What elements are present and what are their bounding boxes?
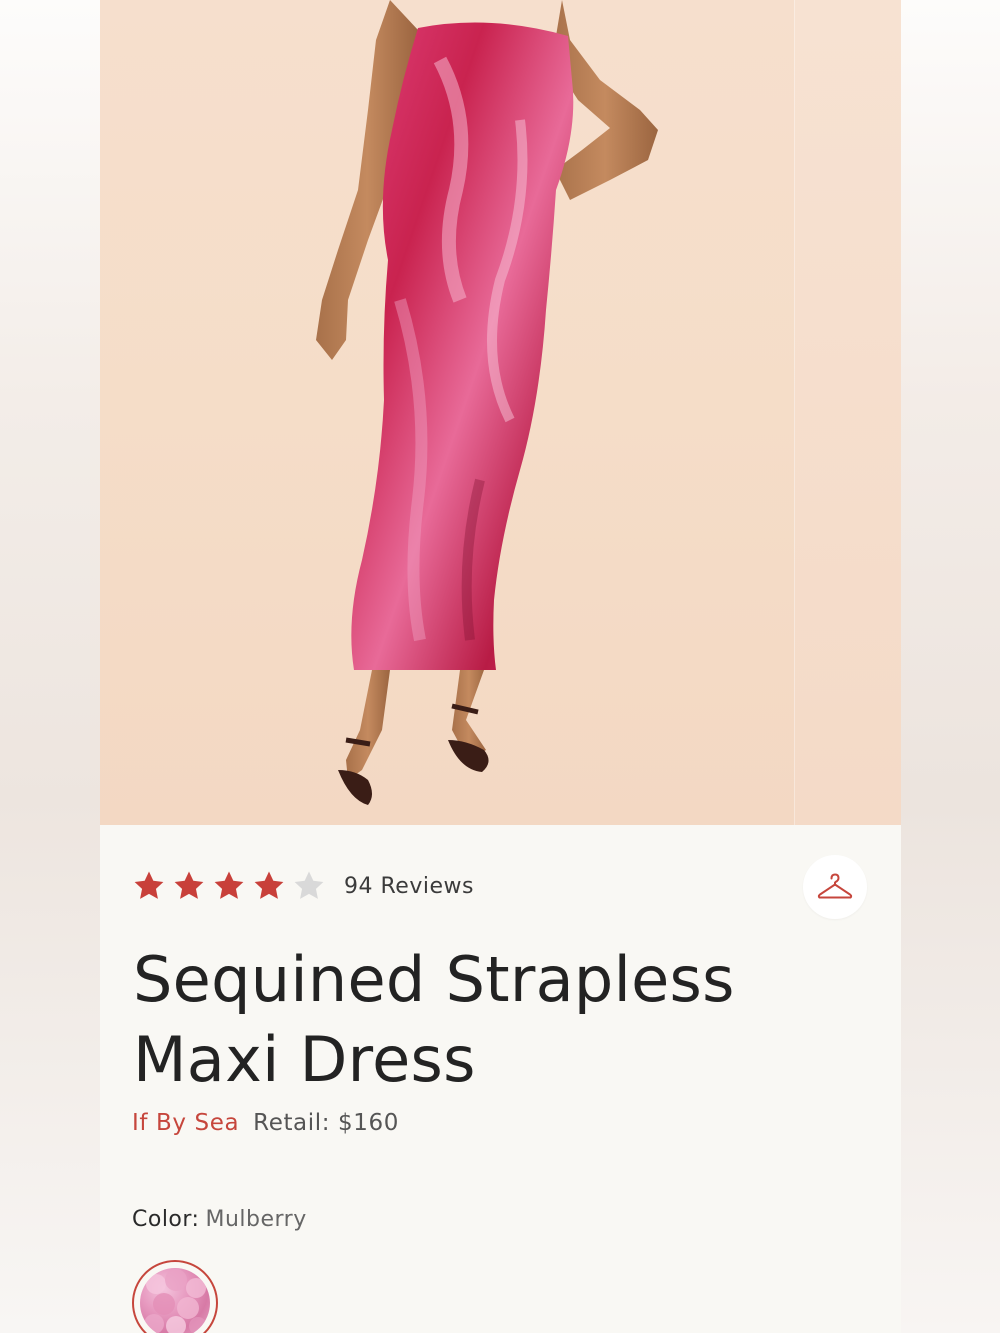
right-backdrop [900, 0, 1000, 1333]
hanger-icon [817, 873, 853, 899]
sequin-pattern [144, 1269, 207, 1333]
retail-price: Retail: $160 [253, 1110, 399, 1136]
swatch-image [140, 1268, 210, 1333]
rating-row[interactable]: 94 Reviews [132, 866, 474, 906]
color-row: Color: Mulberry [132, 1207, 307, 1232]
left-backdrop [0, 0, 100, 1333]
color-label: Color: [132, 1207, 200, 1232]
product-title-line-1: Sequined Strapless [133, 943, 735, 1016]
brand-link[interactable]: If By Sea [132, 1110, 239, 1136]
star-empty-icon [294, 871, 324, 899]
color-swatch-mulberry[interactable] [132, 1260, 218, 1333]
star-icon [174, 871, 204, 899]
color-value: Mulberry [205, 1207, 307, 1232]
add-to-closet-button[interactable] [803, 855, 867, 919]
reviews-link[interactable]: 94 Reviews [344, 874, 474, 899]
brand-price-row: If By Sea Retail: $160 [132, 1110, 399, 1136]
star-icon [134, 871, 164, 899]
product-image[interactable] [100, 0, 901, 825]
product-title-line-2: Maxi Dress [133, 1023, 476, 1096]
star-icon [254, 871, 284, 899]
product-card: 94 Reviews Sequined Strapless Maxi Dress… [100, 0, 901, 1333]
product-title: Sequined Strapless Maxi Dress [133, 940, 873, 1100]
star-icon [214, 871, 244, 899]
star-rating [132, 869, 326, 903]
model-illustration [316, 0, 658, 805]
